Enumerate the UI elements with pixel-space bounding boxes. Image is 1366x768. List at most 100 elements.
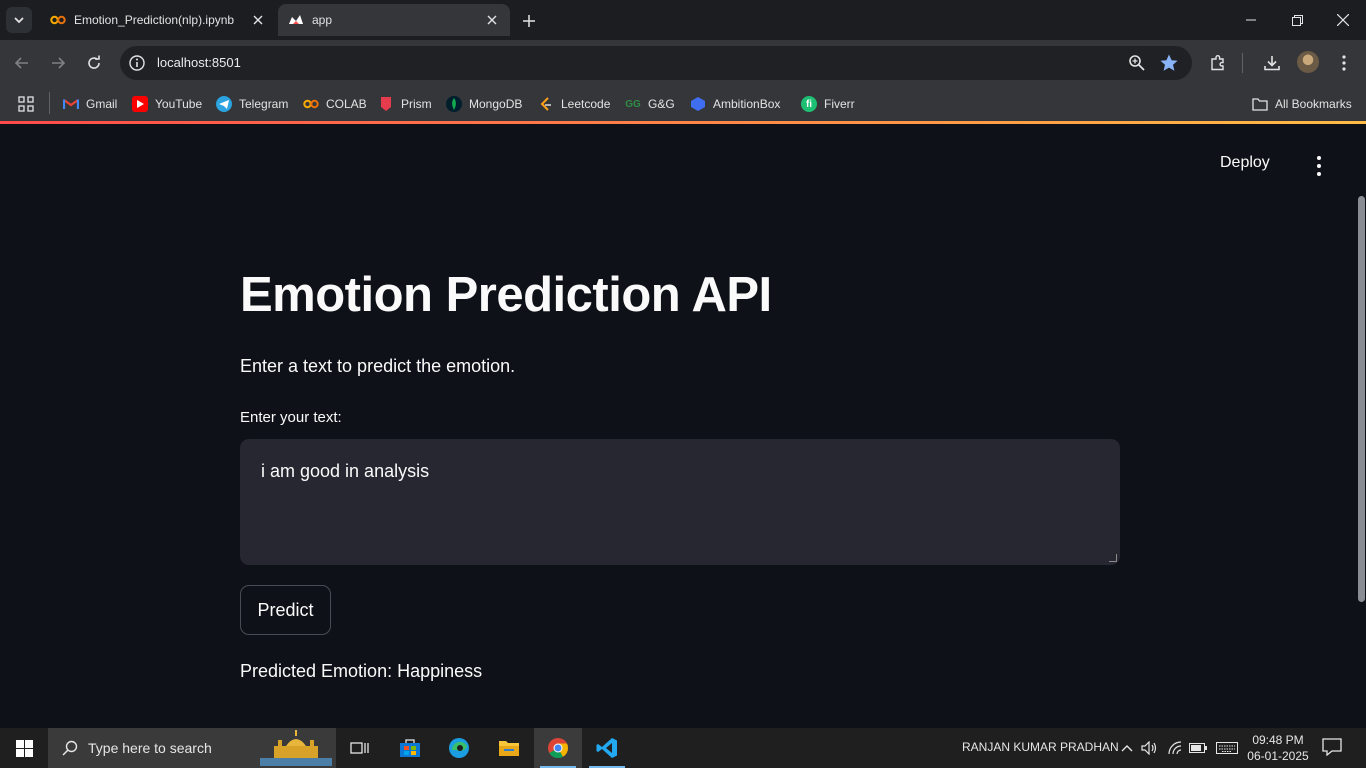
url-text: localhost:8501 xyxy=(157,55,241,70)
extensions-button[interactable] xyxy=(1206,51,1230,75)
tab-title: app xyxy=(312,13,333,27)
minimize-icon xyxy=(1246,19,1256,21)
bookmark-geeksforgeeks[interactable]: GG G&G xyxy=(625,94,675,114)
bookmark-label: COLAB xyxy=(326,97,367,111)
tab-colab[interactable]: Emotion_Prediction(nlp).ipynb xyxy=(40,4,276,36)
chevron-up-icon xyxy=(1121,745,1133,752)
predict-button[interactable]: Predict xyxy=(240,585,331,635)
text-input-value: i am good in analysis xyxy=(261,461,430,481)
bookmark-label: G&G xyxy=(648,97,675,111)
forward-button[interactable] xyxy=(46,51,70,75)
scrollbar[interactable] xyxy=(1358,196,1365,602)
windows-taskbar: Type here to search RANJAN KUMAR PRADHAN… xyxy=(0,728,1366,768)
close-icon[interactable] xyxy=(250,12,266,28)
tab-app[interactable]: app xyxy=(278,4,510,36)
text-input-label: Enter your text: xyxy=(240,409,342,426)
bookmark-label: Gmail xyxy=(86,97,118,111)
dot xyxy=(1317,172,1321,176)
leetcode-icon xyxy=(538,96,554,112)
browser-menu-button[interactable] xyxy=(1332,51,1356,75)
zoom-icon[interactable] xyxy=(1128,54,1146,72)
bookmark-ambitionbox[interactable]: AmbitionBox xyxy=(690,94,780,114)
close-icon xyxy=(1337,14,1349,26)
page-title: Emotion Prediction API xyxy=(240,268,772,322)
prism-icon xyxy=(378,96,394,112)
star-icon[interactable] xyxy=(1159,53,1179,73)
bookmark-colab[interactable]: COLAB xyxy=(303,94,367,114)
all-bookmarks-button[interactable]: All Bookmarks xyxy=(1252,94,1352,114)
start-button[interactable] xyxy=(0,728,48,768)
file-explorer-app[interactable] xyxy=(485,728,533,768)
bookmark-telegram[interactable]: Telegram xyxy=(216,94,288,114)
restore-button[interactable] xyxy=(1274,0,1320,40)
emotion-text-input[interactable]: i am good in analysis xyxy=(240,439,1120,565)
bookmark-fiverr[interactable]: fi Fiverr xyxy=(801,94,855,114)
vscode-app[interactable] xyxy=(583,728,631,768)
mongodb-icon xyxy=(446,96,462,112)
minimize-button[interactable] xyxy=(1228,0,1274,40)
bookmark-label: AmbitionBox xyxy=(713,97,781,111)
reload-button[interactable] xyxy=(82,51,106,75)
keyboard-layout-button[interactable] xyxy=(1215,739,1239,757)
bookmark-gmail[interactable]: Gmail xyxy=(63,94,117,114)
geeksforgeeks-icon: GG xyxy=(625,98,641,110)
bookmark-youtube[interactable]: YouTube xyxy=(132,94,202,114)
fiverr-icon: fi xyxy=(801,96,817,112)
colab-icon xyxy=(303,96,319,112)
restore-icon xyxy=(1291,14,1303,26)
battery-button[interactable] xyxy=(1189,739,1207,757)
vscode-icon xyxy=(596,738,617,758)
golden-temple-icon xyxy=(260,730,332,766)
bookmarks-bar: Gmail YouTube Telegram COLAB Prism Mongo… xyxy=(0,86,1366,122)
telegram-icon xyxy=(216,96,232,112)
browser-toolbar: localhost:8501 xyxy=(0,40,1366,86)
plus-icon xyxy=(523,15,535,27)
task-view-button[interactable] xyxy=(336,728,384,768)
chrome-app[interactable] xyxy=(534,728,582,768)
volume-button[interactable] xyxy=(1140,739,1158,757)
bookmark-prism[interactable]: Prism xyxy=(378,94,432,114)
chrome-icon xyxy=(548,738,569,759)
edge-app[interactable] xyxy=(435,728,483,768)
reload-icon xyxy=(88,55,100,69)
streamlit-icon xyxy=(288,12,304,28)
apps-button[interactable] xyxy=(18,94,34,114)
taskbar-search-box[interactable]: Type here to search xyxy=(48,728,336,768)
network-button[interactable] xyxy=(1166,739,1184,757)
windows-logo-icon xyxy=(15,739,33,757)
prediction-result: Predicted Emotion: Happiness xyxy=(240,661,483,681)
youtube-icon xyxy=(132,96,148,112)
notification-icon xyxy=(1322,738,1342,757)
all-bookmarks-label: All Bookmarks xyxy=(1275,97,1352,111)
deploy-button[interactable]: Deploy xyxy=(1220,154,1270,172)
taskbar-clock[interactable]: 09:48 PM 06-01-2025 xyxy=(1246,732,1310,764)
dot xyxy=(1317,156,1321,160)
back-button[interactable] xyxy=(10,51,34,75)
close-icon[interactable] xyxy=(484,12,500,28)
downloads-button[interactable] xyxy=(1260,51,1284,75)
new-tab-button[interactable] xyxy=(518,10,540,32)
tab-search-button[interactable] xyxy=(6,7,32,33)
bookmark-label: Prism xyxy=(401,97,432,111)
toolbar-divider xyxy=(1242,53,1243,73)
site-info-icon[interactable] xyxy=(128,54,146,72)
tray-user-name[interactable]: RANJAN KUMAR PRADHAN xyxy=(962,740,1119,754)
bookmark-leetcode[interactable]: Leetcode xyxy=(538,94,610,114)
arrow-right-icon xyxy=(52,57,66,69)
show-hidden-icons-button[interactable] xyxy=(1118,739,1136,757)
resize-handle-icon[interactable] xyxy=(1109,554,1117,562)
close-window-button[interactable] xyxy=(1320,0,1366,40)
task-view-icon xyxy=(350,742,369,754)
bookmark-mongodb[interactable]: MongoDB xyxy=(446,94,522,114)
address-bar[interactable]: localhost:8501 xyxy=(120,46,1192,80)
profile-avatar[interactable] xyxy=(1297,51,1319,73)
bookmark-label: MongoDB xyxy=(469,97,523,111)
microsoft-store-app[interactable] xyxy=(386,728,434,768)
store-icon xyxy=(400,739,420,757)
tab-title: Emotion_Prediction(nlp).ipynb xyxy=(74,13,235,27)
bookmark-label: YouTube xyxy=(155,97,203,111)
kebab-menu-icon xyxy=(1342,55,1346,71)
notifications-button[interactable] xyxy=(1322,738,1342,761)
bookmarks-divider xyxy=(49,92,50,114)
main-menu-button[interactable] xyxy=(1310,156,1328,176)
